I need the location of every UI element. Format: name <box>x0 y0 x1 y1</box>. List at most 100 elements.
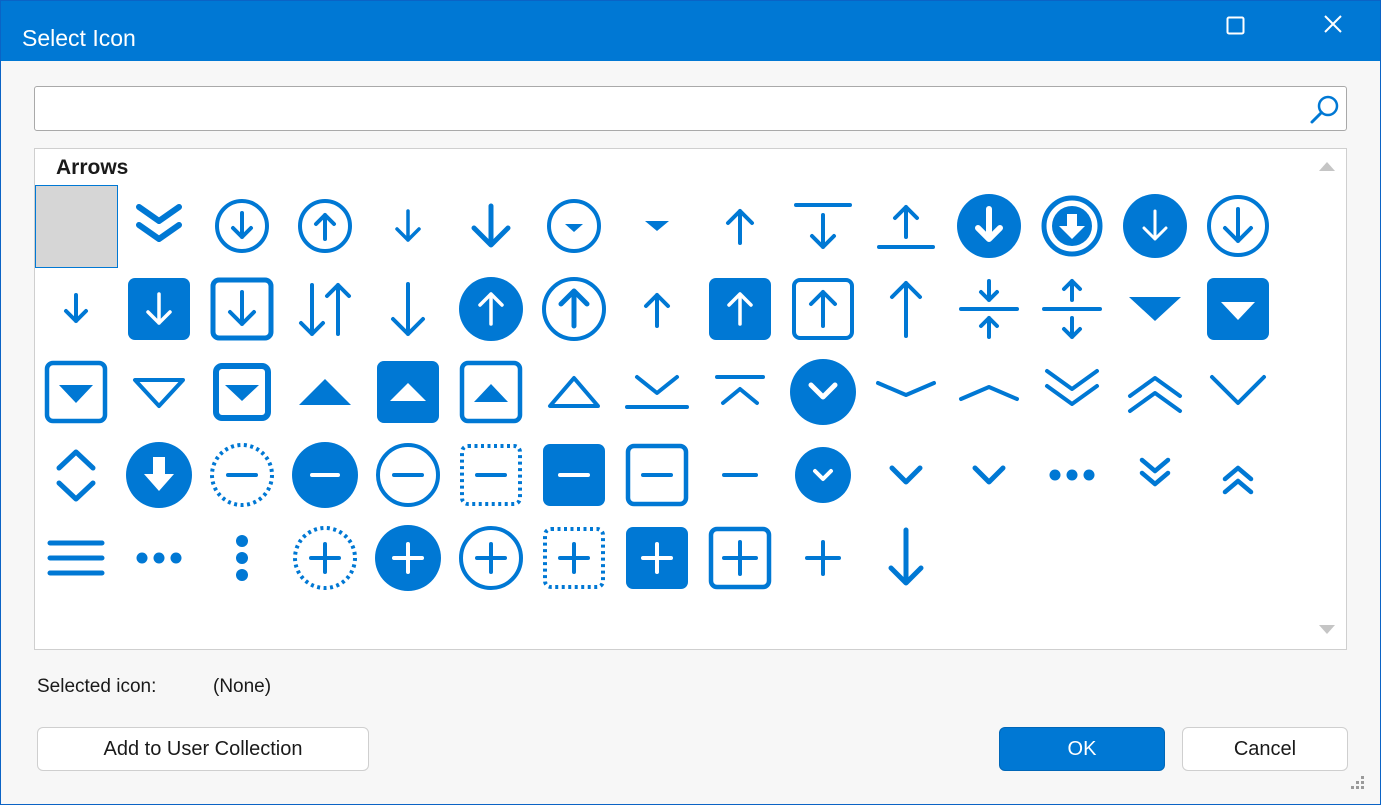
icon-cell-bold-circle-arrow-down[interactable] <box>1031 185 1114 268</box>
icon-cell-chevron-up-wide[interactable] <box>948 351 1031 434</box>
icon-cell-chevron-down-large[interactable] <box>1197 351 1280 434</box>
category-heading: Arrows <box>56 156 129 179</box>
icon-cell-filled-circle-minus[interactable] <box>284 434 367 517</box>
icon-cell-chevron-down-small-2[interactable] <box>948 434 1031 517</box>
icon-cell-square-plus[interactable] <box>699 517 782 600</box>
icon-cell-dotted-square-minus[interactable] <box>450 434 533 517</box>
square-plus-icon <box>708 526 772 590</box>
icon-cell-square-triangle-down-bold[interactable] <box>201 351 284 434</box>
icon-cell-arrows-expand-vertical[interactable] <box>1031 268 1114 351</box>
icon-cell-arrow-down-tiny[interactable] <box>35 268 118 351</box>
icon-cell-arrow-up-from-bar[interactable] <box>865 185 948 268</box>
icon-cell-double-chevron-down-thin[interactable] <box>1031 351 1114 434</box>
icon-cell-filled-circle-plus[interactable] <box>367 517 450 600</box>
icon-cell-plus[interactable] <box>782 517 865 600</box>
icon-cell-filled-square-arrow-up[interactable] <box>699 268 782 351</box>
arrow-down-large-icon <box>471 203 511 248</box>
icon-cell-arrow-up-small-2[interactable] <box>616 268 699 351</box>
icon-cell-ellipsis-horizontal[interactable] <box>1031 434 1114 517</box>
scroll-up-icon[interactable] <box>1317 159 1337 173</box>
cancel-button[interactable]: Cancel <box>1182 727 1348 771</box>
icon-cell-arrow-up-small[interactable] <box>699 185 782 268</box>
triangle-up-filled-icon <box>299 379 351 405</box>
triangle-up-outline-icon <box>548 376 600 408</box>
icon-cell-filled-square-arrow-down[interactable] <box>118 268 201 351</box>
icon-cell-double-chevron-up-small[interactable] <box>1197 434 1280 517</box>
search-input[interactable] <box>41 93 1305 126</box>
icon-cell-caret-down-small[interactable] <box>616 185 699 268</box>
icon-cell-square-triangle-down[interactable] <box>35 351 118 434</box>
icon-cell-filled-square-triangle-down[interactable] <box>1197 268 1280 351</box>
icon-cell-ellipsis-vertical[interactable] <box>201 517 284 600</box>
title-bar[interactable]: Select Icon <box>1 1 1380 61</box>
icon-cell-circle-arrow-up-large[interactable] <box>533 268 616 351</box>
caret-down-small-icon <box>645 221 669 231</box>
icon-cell-menu-lines[interactable] <box>35 517 118 600</box>
icon-cell-arrow-down-to-bar[interactable] <box>782 185 865 268</box>
icon-cell-chevron-down-to-bar[interactable] <box>616 351 699 434</box>
icon-cell-minus[interactable] <box>699 434 782 517</box>
add-to-user-collection-button[interactable]: Add to User Collection <box>37 727 369 771</box>
arrow-up-small-icon <box>726 209 754 245</box>
icon-cell-filled-circle-chevron-down-small[interactable] <box>782 434 865 517</box>
square-triangle-up-icon <box>459 360 523 424</box>
resize-grip-icon[interactable] <box>1349 774 1367 792</box>
icon-cell-square-arrow-up[interactable] <box>782 268 865 351</box>
icon-cell-circle-caret-down[interactable] <box>533 185 616 268</box>
icon-cell-arrow-down-long-2[interactable] <box>865 517 948 600</box>
filled-square-minus-icon <box>543 444 605 506</box>
icon-cell-circle-arrow-down[interactable] <box>201 185 284 268</box>
arrow-down-long-icon <box>391 282 425 336</box>
icon-cell-dotted-circle-plus[interactable] <box>284 517 367 600</box>
icon-cell-chevron-down-small[interactable] <box>865 434 948 517</box>
icon-cell-chevron-up-from-bar[interactable] <box>699 351 782 434</box>
icon-cell-chevron-down-wide[interactable] <box>865 351 948 434</box>
maximize-button[interactable] <box>1214 7 1258 47</box>
chevron-down-small-2-icon <box>972 465 1006 485</box>
icon-cell-arrow-up-long[interactable] <box>865 268 948 351</box>
icon-cell-filled-circle-chevron-down[interactable] <box>782 351 865 434</box>
filled-circle-arrow-down-thin-icon <box>1123 194 1187 258</box>
icon-cell-dotted-circle-minus[interactable] <box>201 434 284 517</box>
icon-cell-chevron-up-down[interactable] <box>35 434 118 517</box>
icon-cell-filled-circle-arrow-up[interactable] <box>450 268 533 351</box>
icon-cell-circle-arrow-down-outline[interactable] <box>1197 185 1280 268</box>
search-box[interactable] <box>34 86 1347 131</box>
selected-icon-value: (None) <box>213 676 272 697</box>
vertical-scrollbar[interactable] <box>1308 149 1346 649</box>
icon-cell-filled-circle-arrow-down[interactable] <box>948 185 1031 268</box>
icon-cell-filled-square-triangle-up[interactable] <box>367 351 450 434</box>
icon-cell-dotted-square-plus[interactable] <box>533 517 616 600</box>
icon-cell-double-chevron-down[interactable] <box>118 185 201 268</box>
icon-cell-filled-circle-arrow-down-bold[interactable] <box>118 434 201 517</box>
icon-cell-square-minus[interactable] <box>616 434 699 517</box>
arrow-down-tiny-icon <box>64 293 88 323</box>
icon-cell-square-triangle-up[interactable] <box>450 351 533 434</box>
arrow-down-to-bar-icon <box>794 203 852 249</box>
search-icon[interactable] <box>1308 92 1342 126</box>
icon-cell-square-arrow-down[interactable] <box>201 268 284 351</box>
icon-cell-filled-square-plus[interactable] <box>616 517 699 600</box>
icon-cell-circle-plus[interactable] <box>450 517 533 600</box>
icon-cell-circle-minus[interactable] <box>367 434 450 517</box>
close-button[interactable] <box>1311 7 1355 47</box>
icon-cell-double-chevron-up-thin[interactable] <box>1114 351 1197 434</box>
icon-cell-ellipsis-horizontal-2[interactable] <box>118 517 201 600</box>
icon-cell-triangle-up-filled[interactable] <box>284 351 367 434</box>
chevron-up-wide-icon <box>959 385 1019 401</box>
icon-cell-empty-selected[interactable] <box>35 185 118 268</box>
icon-cell-filled-circle-arrow-down-thin[interactable] <box>1114 185 1197 268</box>
ok-button[interactable]: OK <box>999 727 1165 771</box>
icon-cell-arrow-down-small[interactable] <box>367 185 450 268</box>
icon-cell-arrow-down-long[interactable] <box>367 268 450 351</box>
icon-cell-circle-arrow-up[interactable] <box>284 185 367 268</box>
icon-cell-triangle-down-outline[interactable] <box>118 351 201 434</box>
icon-cell-arrows-down-up[interactable] <box>284 268 367 351</box>
icon-cell-triangle-up-outline[interactable] <box>533 351 616 434</box>
icon-cell-double-chevron-down-small[interactable] <box>1114 434 1197 517</box>
scroll-down-icon[interactable] <box>1317 623 1337 637</box>
icon-cell-triangle-down-filled[interactable] <box>1114 268 1197 351</box>
icon-cell-arrows-collapse-vertical[interactable] <box>948 268 1031 351</box>
icon-cell-arrow-down-large[interactable] <box>450 185 533 268</box>
icon-cell-filled-square-minus[interactable] <box>533 434 616 517</box>
